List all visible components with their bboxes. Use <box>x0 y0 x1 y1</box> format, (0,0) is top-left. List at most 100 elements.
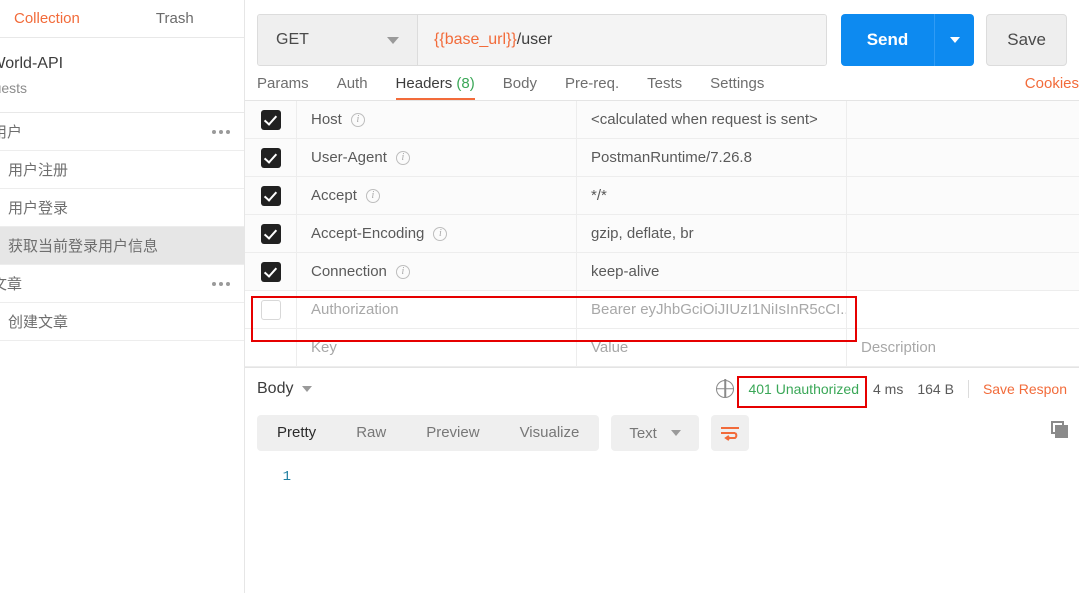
tab-tests[interactable]: Tests <box>647 75 682 100</box>
checkbox-icon[interactable] <box>260 109 281 130</box>
tab-raw[interactable]: Raw <box>336 415 406 451</box>
table-row-new[interactable]: Key Value Description <box>245 328 1079 367</box>
globe-icon[interactable] <box>716 379 735 398</box>
header-value-cell[interactable]: gzip, deflate, br <box>577 214 847 253</box>
header-value-cell[interactable]: Bearer eyJhbGciOiJIUzI1NiIsInR5cCI... <box>577 290 847 329</box>
response-format-selector[interactable]: Text <box>611 415 699 451</box>
sidebar-item-user-register[interactable]: 用户注册 <box>0 151 244 189</box>
method-selector[interactable]: GET <box>258 15 418 65</box>
sidebar-item-create-article[interactable]: 创建文章 <box>0 303 244 341</box>
info-icon[interactable]: i <box>395 264 410 279</box>
table-row[interactable]: Accept-Encoding i gzip, deflate, br <box>245 214 1079 253</box>
send-options-button[interactable] <box>934 14 975 66</box>
postman-window: Collection Trash alWorld-API equests 用户 … <box>0 0 1079 593</box>
header-description-cell[interactable] <box>847 139 1079 177</box>
header-description-cell[interactable] <box>847 101 1079 139</box>
table-row[interactable]: Host i <calculated when request is sent> <box>245 100 1079 139</box>
request-bar: GET {{base_url}}/user Send Save <box>245 0 1079 66</box>
response-body-selector[interactable]: Body <box>257 380 313 398</box>
header-key-cell[interactable]: User-Agent i <box>297 138 577 177</box>
checkbox-icon[interactable] <box>260 185 281 206</box>
status-badge: 401 Unauthorized <box>748 380 859 397</box>
checkbox-icon[interactable] <box>260 299 281 320</box>
header-description-cell[interactable] <box>847 253 1079 291</box>
header-checkbox-cell <box>245 138 297 177</box>
tab-pretty[interactable]: Pretty <box>257 415 336 451</box>
table-row-authorization[interactable]: Authorization Bearer eyJhbGciOiJIUzI1NiI… <box>245 290 1079 329</box>
new-key-input[interactable]: Key <box>297 328 577 367</box>
table-row[interactable]: Accept i */* <box>245 176 1079 215</box>
tab-auth[interactable]: Auth <box>337 75 368 100</box>
info-icon[interactable]: i <box>365 188 380 203</box>
sidebar-item-label: 获取当前登录用户信息 <box>8 238 159 255</box>
header-value-cell[interactable]: keep-alive <box>577 252 847 291</box>
header-checkbox-cell <box>245 328 297 367</box>
url-input[interactable]: {{base_url}}/user <box>418 15 826 65</box>
chevron-down-icon <box>949 37 960 43</box>
header-description-cell[interactable] <box>847 215 1079 253</box>
tab-label: Pre-req. <box>564 75 620 92</box>
cookies-link[interactable]: Cookies <box>1025 75 1079 92</box>
tab-body[interactable]: Body <box>503 75 537 100</box>
header-value-cell[interactable]: */* <box>577 176 847 215</box>
sidebar-item-user-login[interactable]: 用户登录 <box>0 189 244 227</box>
tab-label: Params <box>257 75 309 92</box>
header-key-text: Authorization <box>311 301 399 318</box>
response-body[interactable]: 1 <box>245 459 1079 564</box>
info-icon[interactable]: i <box>433 226 448 241</box>
header-checkbox-cell <box>245 214 297 253</box>
header-description-cell[interactable] <box>847 291 1079 329</box>
header-description-cell[interactable] <box>847 177 1079 215</box>
header-checkbox-cell <box>245 252 297 291</box>
header-key-cell[interactable]: Authorization <box>297 290 577 329</box>
tab-headers[interactable]: Headers (8) <box>395 75 475 101</box>
sidebar-item-label: 创建文章 <box>8 314 69 331</box>
collection-header[interactable]: alWorld-API equests <box>0 38 244 113</box>
sidebar-item-label: 用户登录 <box>8 200 69 217</box>
collection-subtitle: equests <box>0 80 28 96</box>
save-button[interactable]: Save <box>986 14 1067 66</box>
copy-button[interactable] <box>1051 421 1069 439</box>
sidebar-folder-users[interactable]: 用户 <box>0 113 244 151</box>
new-value-input[interactable]: Value <box>577 328 847 367</box>
header-key-cell[interactable]: Connection i <box>297 252 577 291</box>
tab-pre-request[interactable]: Pre-req. <box>565 75 619 100</box>
checkbox-icon[interactable] <box>260 261 281 282</box>
table-row[interactable]: User-Agent i PostmanRuntime/7.26.8 <box>245 138 1079 177</box>
code-line: 1 <box>245 469 1079 485</box>
header-value-cell[interactable]: PostmanRuntime/7.26.8 <box>577 138 847 177</box>
send-button[interactable]: Send <box>840 14 935 66</box>
word-wrap-button[interactable] <box>710 415 749 451</box>
new-description-input[interactable]: Description <box>847 329 1079 367</box>
tab-label: Body <box>502 75 537 92</box>
tab-label: Headers <box>395 75 453 92</box>
tab-params[interactable]: Params <box>257 75 309 100</box>
sidebar-tabs: Collection Trash <box>0 0 244 38</box>
sidebar-tab-trash[interactable]: Trash <box>142 0 208 38</box>
divider <box>967 379 969 398</box>
sidebar-item-label: 文章 <box>0 276 23 293</box>
info-icon[interactable]: i <box>350 112 365 127</box>
more-options-icon[interactable] <box>212 129 230 134</box>
table-row[interactable]: Connection i keep-alive <box>245 252 1079 291</box>
header-key-text: Connection <box>311 263 387 280</box>
tab-preview[interactable]: Preview <box>406 415 499 451</box>
info-icon[interactable]: i <box>395 150 410 165</box>
sidebar-folder-articles[interactable]: 文章 <box>0 265 244 303</box>
tab-visualize[interactable]: Visualize <box>500 415 600 451</box>
header-key-cell[interactable]: Host i <box>297 100 577 139</box>
method-label: GET <box>276 31 309 48</box>
header-value-cell[interactable]: <calculated when request is sent> <box>577 100 847 139</box>
sidebar-item-current-user-info[interactable]: 获取当前登录用户信息 <box>0 227 244 265</box>
header-key-cell[interactable]: Accept-Encoding i <box>297 214 577 253</box>
save-response-link[interactable]: Save Respon <box>983 381 1067 397</box>
checkbox-icon[interactable] <box>260 147 281 168</box>
checkbox-icon[interactable] <box>260 223 281 244</box>
header-checkbox-cell <box>245 290 297 329</box>
tab-settings[interactable]: Settings <box>710 75 764 100</box>
header-key-text: Accept-Encoding <box>311 225 425 242</box>
sidebar-tab-collection[interactable]: Collection <box>0 0 94 38</box>
request-tabs: Params Auth Headers (8) Body Pre-req. Te… <box>245 66 1079 101</box>
header-key-cell[interactable]: Accept i <box>297 176 577 215</box>
more-options-icon[interactable] <box>212 281 230 286</box>
